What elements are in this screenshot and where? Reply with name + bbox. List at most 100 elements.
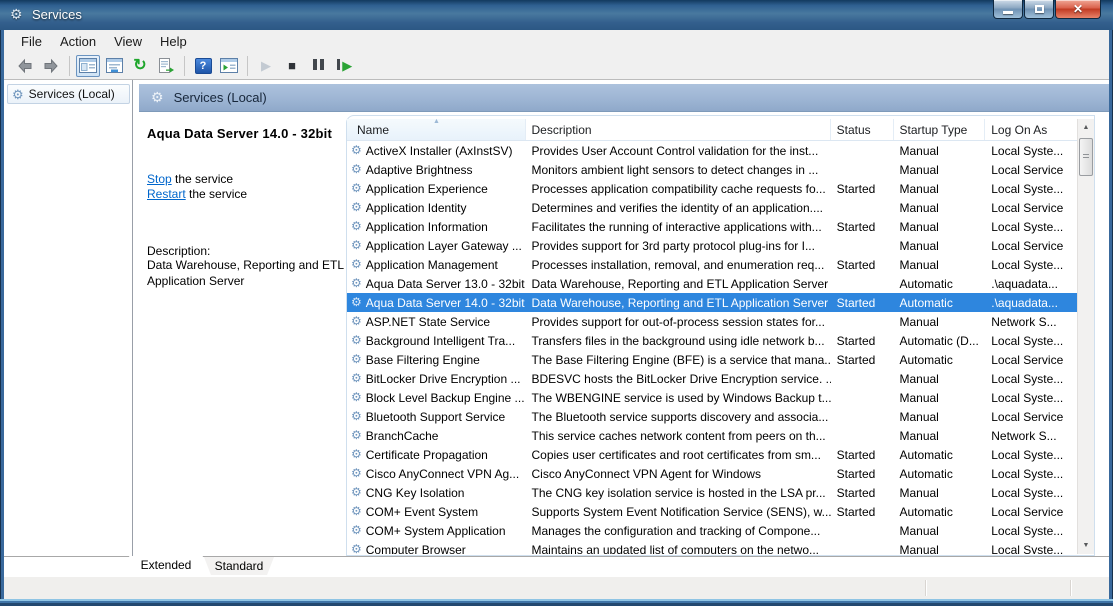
vertical-scrollbar[interactable]: ▲ ▼ (1077, 119, 1094, 554)
menu-action[interactable]: Action (51, 31, 105, 52)
table-row[interactable]: ⚙ Bluetooth Support Service The Bluetooth… (347, 407, 1077, 426)
console-tree-icon (79, 58, 97, 73)
tab-extended[interactable]: Extended (129, 556, 203, 576)
tree-item-services-local[interactable]: ⚙ Services (Local) (7, 84, 130, 104)
close-button[interactable]: ✕ (1055, 0, 1101, 19)
table-row[interactable]: ⚙ Certificate Propagation Copies user cer… (347, 445, 1077, 464)
pause-service-button[interactable] (306, 55, 330, 77)
table-row[interactable]: ⚙ Aqua Data Server 14.0 - 32bit Data Ware… (347, 293, 1077, 312)
window-frame-bottom (0, 599, 1113, 606)
table-row[interactable]: ⚙ Application Management Processes instal… (347, 255, 1077, 274)
service-name: Base Filtering Engine (365, 352, 480, 367)
table-row[interactable]: ⚙ Computer Browser Maintains an updated l… (347, 540, 1077, 555)
service-startup-type-cell: Manual (899, 409, 939, 424)
column-header-label: Startup Type (899, 123, 968, 137)
service-startup-type-cell: Manual (899, 181, 939, 196)
table-row[interactable]: ⚙ Block Level Backup Engine ... The WBENG… (347, 388, 1077, 407)
table-row[interactable]: ⚙ BitLocker Drive Encryption ... BDESVC h… (347, 369, 1077, 388)
column-header-description[interactable]: Description (526, 119, 831, 140)
table-row[interactable]: ⚙ COM+ System Application Manages the con… (347, 521, 1077, 540)
help-icon: ? (194, 57, 212, 74)
table-row[interactable]: ⚙ CNG Key Isolation The CNG key isolation… (347, 483, 1077, 502)
column-header-label: Log On As (991, 123, 1048, 137)
column-header-startup-type[interactable]: Startup Type (894, 119, 986, 140)
table-row[interactable]: ⚙ Application Information Facilitates the… (347, 217, 1077, 236)
stop-service-line: Stop the service (147, 172, 342, 187)
service-status-cell: Started (836, 257, 876, 272)
service-logon-cell: Local Service (991, 504, 1064, 519)
service-startup-type-cell: Manual (899, 542, 939, 555)
service-gear-icon: ⚙ (351, 200, 362, 214)
service-status-cell: Started (836, 485, 876, 500)
table-row[interactable]: ⚙ COM+ Event System Supports System Event… (347, 502, 1077, 521)
stop-service-button[interactable]: ■ (280, 55, 304, 77)
table-row[interactable]: ⚙ Cisco AnyConnect VPN Ag... Cisco AnyCon… (347, 464, 1077, 483)
table-row[interactable]: ⚙ Application Layer Gateway ... Provides … (347, 236, 1077, 255)
service-name: Application Layer Gateway ... (365, 238, 522, 253)
column-header-label: Name (357, 123, 390, 137)
service-startup-type-cell: Manual (899, 428, 939, 443)
stop-service-link[interactable]: Stop (147, 172, 172, 186)
minimize-button[interactable] (993, 0, 1023, 19)
scrollbar-thumb[interactable] (1079, 138, 1093, 176)
menu-help[interactable]: Help (151, 31, 196, 52)
service-description-cell: The WBENGINE service is used by Windows … (531, 390, 831, 405)
table-row[interactable]: ⚙ ASP.NET State Service Provides support … (347, 312, 1077, 331)
properties-icon (105, 58, 123, 73)
status-bar (4, 577, 1109, 599)
back-button[interactable] (13, 55, 37, 77)
service-gear-icon: ⚙ (351, 371, 362, 385)
tab-standard[interactable]: Standard (204, 557, 274, 575)
restart-service-link[interactable]: Restart (147, 187, 186, 201)
show-action-pane-button[interactable] (217, 55, 241, 77)
table-row[interactable]: ⚙ BranchCache This service caches network… (347, 426, 1077, 445)
table-row[interactable]: ⚙ Adaptive Brightness Monitors ambient li… (347, 160, 1077, 179)
service-description-cell: The CNG key isolation service is hosted … (531, 485, 826, 500)
close-icon: ✕ (1072, 1, 1084, 16)
service-gear-icon: ⚙ (351, 276, 362, 290)
table-row[interactable]: ⚙ Base Filtering Engine The Base Filterin… (347, 350, 1077, 369)
service-description-cell: Manages the configuration and tracking o… (531, 523, 821, 538)
column-header-label: Status (836, 123, 871, 137)
service-name: Background Intelligent Tra... (365, 333, 516, 348)
export-list-button[interactable] (154, 55, 178, 77)
table-row[interactable]: ⚙ Application Experience Processes applic… (347, 179, 1077, 198)
refresh-button[interactable]: ↻ (128, 55, 152, 77)
service-gear-icon: ⚙ (351, 428, 362, 442)
title-bar[interactable]: ⚙ Services ✕ (0, 0, 1113, 30)
service-gear-icon: ⚙ (351, 257, 362, 271)
show-console-tree-button[interactable] (76, 54, 100, 77)
table-row[interactable]: ⚙ ActiveX Installer (AxInstSV) Provides U… (347, 141, 1077, 160)
maximize-button[interactable] (1024, 0, 1054, 19)
services-pane-header: ⚙ Services (Local) (139, 84, 1109, 112)
column-header-status[interactable]: Status (831, 119, 894, 140)
service-description-cell: Data Warehouse, Reporting and ETL Applic… (531, 276, 829, 291)
menu-file[interactable]: File (12, 31, 51, 52)
start-service-button[interactable]: ▶ (254, 55, 278, 77)
service-name: Application Information (365, 219, 488, 234)
table-row[interactable]: ⚙ Background Intelligent Tra... Transfers… (347, 331, 1077, 350)
scroll-up-button[interactable]: ▲ (1078, 119, 1094, 136)
restart-service-button[interactable]: ▶ (332, 55, 356, 77)
service-gear-icon: ⚙ (351, 181, 362, 195)
service-gear-icon: ⚙ (351, 295, 362, 309)
table-row[interactable]: ⚙ Application Identity Determines and ver… (347, 198, 1077, 217)
column-header-name[interactable]: ▲ Name (347, 119, 526, 140)
help-button[interactable]: ? (191, 55, 215, 77)
scroll-down-button[interactable]: ▼ (1078, 537, 1094, 554)
table-row[interactable]: ⚙ Aqua Data Server 13.0 - 32bit Data Ware… (347, 274, 1077, 293)
start-service-icon: ▶ (261, 57, 271, 73)
forward-button[interactable] (39, 55, 63, 77)
menu-view[interactable]: View (105, 31, 151, 52)
column-header-log-on-as[interactable]: Log On As (985, 119, 1077, 140)
service-description-cell: Supports System Event Notification Servi… (531, 504, 831, 519)
properties-button[interactable] (102, 55, 126, 77)
service-gear-icon: ⚙ (351, 466, 362, 480)
service-description-cell: The Bluetooth service supports discovery… (531, 409, 829, 424)
services-gear-icon: ⚙ (151, 89, 164, 105)
console-tree-pane: ⚙ Services (Local) (4, 80, 133, 556)
service-startup-type-cell: Automatic (899, 295, 953, 310)
service-startup-type-cell: Automatic (899, 276, 953, 291)
service-name: Application Identity (365, 200, 467, 215)
service-description-cell: Maintains an updated list of computers o… (531, 542, 820, 555)
